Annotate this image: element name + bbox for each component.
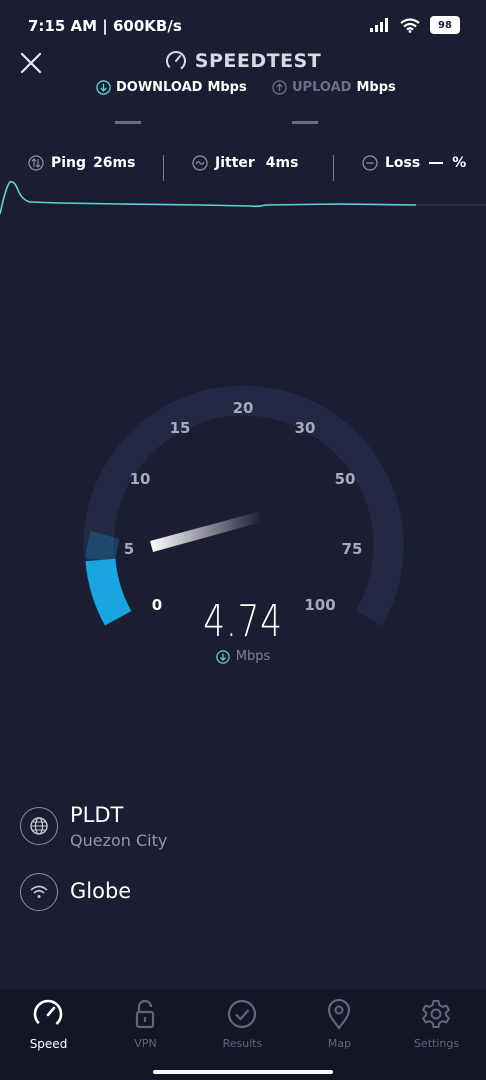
isp-location: Quezon City	[70, 831, 168, 850]
nav-results[interactable]: Results	[194, 990, 291, 1060]
loss-label: Loss	[385, 155, 421, 171]
nav-settings[interactable]: Settings	[388, 990, 485, 1060]
app-title: SPEEDTEST	[0, 50, 486, 72]
gauge-tick-15: 15	[170, 419, 191, 437]
gauge-progress-glow	[85, 531, 120, 562]
wifi-network-icon	[20, 873, 58, 911]
ping-graph	[0, 180, 486, 215]
jitter-metric: Jitter 4ms	[192, 155, 298, 171]
speedometer-icon	[165, 51, 186, 71]
download-icon	[216, 649, 230, 664]
jitter-label: Jitter	[215, 155, 255, 171]
tab-download[interactable]: DOWNLOAD Mbps	[96, 80, 247, 95]
upload-icon	[272, 80, 287, 95]
gauge-tick-50: 50	[335, 470, 356, 488]
app-title-text: SPEEDTEST	[194, 50, 322, 72]
current-speed: 4.74	[203, 596, 283, 647]
ping-value: 26ms	[93, 155, 136, 171]
speed-unit-label: Mbps	[235, 649, 271, 664]
gear-icon	[422, 1000, 450, 1028]
loss-icon	[362, 155, 378, 171]
download-icon	[96, 80, 111, 95]
globe-icon	[20, 807, 58, 845]
upload-result-placeholder	[292, 121, 318, 124]
battery-icon: 98	[430, 16, 460, 34]
ping-metric: Ping 26ms	[28, 155, 135, 171]
speedometer-icon	[33, 999, 63, 1029]
jitter-icon	[192, 155, 208, 171]
nav-vpn-label: VPN	[134, 1037, 157, 1050]
nav-vpn[interactable]: VPN	[97, 990, 194, 1060]
nav-map[interactable]: Map	[291, 990, 388, 1060]
download-result-placeholder	[115, 121, 141, 124]
map-pin-icon	[327, 998, 351, 1030]
tab-upload[interactable]: UPLOAD Mbps	[272, 80, 396, 95]
signal-icon	[370, 18, 388, 32]
status-time: 7:15 AM | 600KB/s	[28, 17, 182, 35]
gauge-needle	[150, 512, 262, 552]
gauge-tick-30: 30	[295, 419, 316, 437]
nav-results-label: Results	[222, 1037, 263, 1050]
tab-upload-label: UPLOAD	[292, 80, 352, 95]
nav-map-label: Map	[327, 1037, 352, 1050]
ping-graph-line	[0, 180, 417, 215]
network-name: Globe	[70, 879, 132, 903]
loss-value: %	[452, 155, 467, 171]
tab-upload-unit: Mbps	[356, 80, 396, 95]
metrics-row: Ping 26ms Jitter 4ms Loss %	[0, 155, 486, 179]
nav-settings-label: Settings	[413, 1037, 460, 1050]
nav-speed-label: Speed	[29, 1037, 68, 1051]
gauge-tick-20: 20	[233, 399, 254, 417]
check-circle-icon	[227, 999, 257, 1029]
ping-label: Ping	[51, 155, 87, 171]
tab-download-label: DOWNLOAD	[116, 80, 203, 95]
tab-download-unit: Mbps	[207, 80, 247, 95]
gauge-tick-75: 75	[342, 540, 363, 558]
jitter-value: 4ms	[265, 155, 299, 171]
home-indicator[interactable]	[153, 1070, 333, 1074]
gauge-track	[83, 385, 404, 626]
loss-metric: Loss %	[362, 155, 466, 171]
gauge-tick-10: 10	[130, 470, 151, 488]
ping-icon	[28, 155, 44, 171]
wifi-icon	[400, 17, 420, 33]
nav-speed[interactable]: Speed	[0, 990, 97, 1060]
gauge-tick-5: 5	[124, 540, 134, 558]
unlock-icon	[135, 999, 155, 1029]
isp-name: PLDT	[70, 803, 124, 827]
loss-dash	[429, 162, 444, 164]
speed-unit: Mbps	[0, 649, 486, 664]
bottom-nav: Speed VPN Results Map Settings	[0, 990, 486, 1080]
status-icons: 98	[370, 16, 460, 34]
